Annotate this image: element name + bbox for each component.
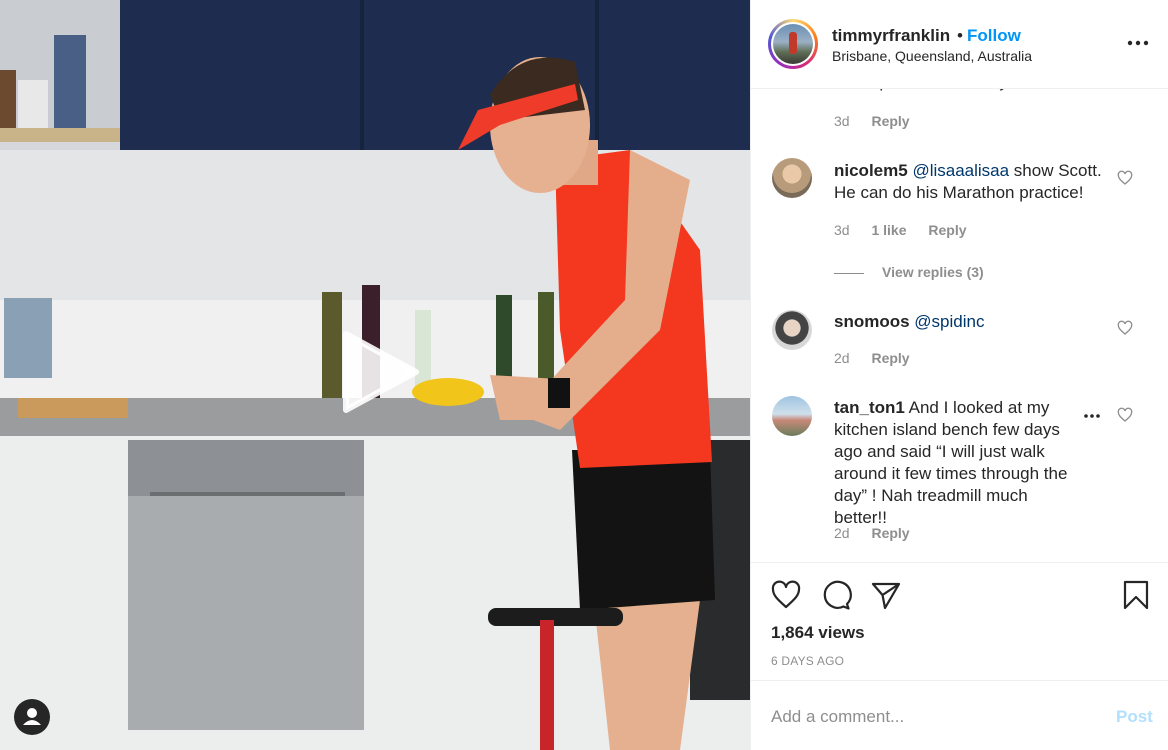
comment-time: 3d: [834, 113, 850, 129]
more-options-icon[interactable]: [1125, 32, 1151, 54]
add-comment-bar: Post: [751, 680, 1168, 750]
reply-button[interactable]: Reply: [871, 113, 909, 129]
share-paper-plane-icon[interactable]: [870, 579, 902, 611]
comment-time: 2d: [834, 350, 850, 366]
comment-tan-ton1: tan_ton1 And I looked at my kitchen isla…: [834, 397, 1084, 529]
truncated-comment-meta: 3d Reply: [834, 113, 928, 129]
tagged-users-icon[interactable]: [14, 699, 50, 735]
replies-divider-line: [834, 272, 864, 274]
like-heart-icon[interactable]: [770, 579, 802, 611]
comment-input[interactable]: [771, 703, 1091, 731]
post-date: 6 DAYS AGO: [771, 654, 845, 668]
post-username[interactable]: timmyrfranklin: [832, 26, 950, 46]
comment-body: And I looked at my kitchen island bench …: [834, 398, 1068, 527]
follow-button[interactable]: Follow: [967, 26, 1021, 46]
comment-likes[interactable]: 1 like: [871, 222, 906, 238]
avatar-tan-ton1[interactable]: [772, 396, 812, 436]
comment-time: 2d: [834, 525, 850, 541]
comment-mention[interactable]: @spidinc: [914, 312, 984, 331]
post-video[interactable]: [0, 0, 750, 750]
post-location[interactable]: Brisbane, Queensland, Australia: [832, 48, 1032, 64]
avatar-nicolem5[interactable]: [772, 158, 812, 198]
separator-dot: •: [957, 26, 963, 45]
comment-options-icon[interactable]: [1082, 408, 1102, 424]
save-bookmark-icon[interactable]: [1120, 579, 1152, 611]
avatar-snomoos[interactable]: [772, 310, 812, 350]
comment-username[interactable]: tan_ton1: [834, 398, 905, 417]
reply-button[interactable]: Reply: [871, 350, 909, 366]
view-count[interactable]: 1,864 views: [771, 623, 865, 643]
comment-mention[interactable]: @lisaaalisaa: [912, 161, 1009, 180]
user-icon: [23, 708, 41, 725]
comment-meta: 3d 1 like Reply: [834, 222, 985, 238]
comment-username[interactable]: snomoos: [834, 312, 910, 331]
play-icon[interactable]: [340, 330, 420, 414]
comment-bubble-icon[interactable]: [820, 579, 852, 611]
view-replies-button[interactable]: View replies (3): [834, 264, 984, 280]
comment-time: 3d: [834, 222, 850, 238]
post-header: timmyrfranklin • Follow Brisbane, Queens…: [751, 0, 1168, 89]
post-button[interactable]: Post: [1116, 707, 1153, 727]
reply-button[interactable]: Reply: [871, 525, 909, 541]
reply-button[interactable]: Reply: [928, 222, 966, 238]
comment-snomoos: snomoos @spidinc: [834, 311, 1104, 333]
view-replies-label: View replies (3): [882, 264, 984, 280]
comment-nicolem5: nicolem5 @lisaaalisaa show Scott. He can…: [834, 160, 1104, 204]
post-actions: 1,864 views 6 DAYS AGO: [751, 562, 1168, 680]
comment-meta: 2d Reply: [834, 525, 928, 541]
post-details-panel: m. Hope to hear from you soon. 3d Reply …: [750, 0, 1168, 750]
like-comment-heart-icon[interactable]: [1117, 407, 1133, 423]
comment-username[interactable]: nicolem5: [834, 161, 908, 180]
profile-avatar[interactable]: [768, 19, 818, 69]
comment-meta: 2d Reply: [834, 350, 928, 366]
like-comment-heart-icon[interactable]: [1117, 170, 1133, 186]
like-comment-heart-icon[interactable]: [1117, 320, 1133, 336]
